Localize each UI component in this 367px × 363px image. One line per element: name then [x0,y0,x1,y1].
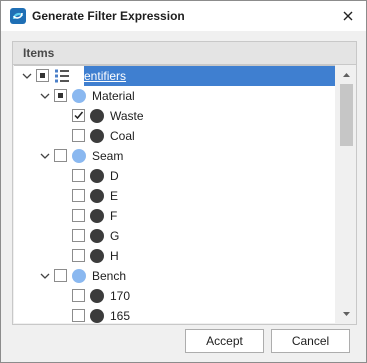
value-circle-icon [90,169,104,183]
cancel-button[interactable]: Cancel [271,329,350,353]
scroll-thumb[interactable] [340,84,353,146]
tree-item-label: Bench [92,269,127,283]
tree-item-label: H [110,249,119,263]
tree-row[interactable]: G [14,226,335,246]
chevron-down-icon[interactable] [38,268,52,284]
category-circle-icon [72,269,86,283]
title-bar[interactable]: Generate Filter Expression [1,1,366,32]
scroll-up-button[interactable] [338,66,355,83]
scroll-down-button[interactable] [338,305,355,322]
tree-row[interactable]: 165 [14,306,335,323]
value-circle-icon [90,189,104,203]
tree-row[interactable]: Seam [14,146,335,166]
value-circle-icon [90,209,104,223]
tree-row[interactable]: Identifiers [14,66,335,86]
tree-item-label: Identifiers [74,69,127,83]
item-checkbox[interactable] [72,229,85,242]
group-header: Items [13,42,356,65]
tree-item-label: Waste [110,109,144,123]
item-checkbox[interactable] [72,209,85,222]
dialog-window: Generate Filter Expression Items Identif… [0,0,367,363]
tree-item-label: G [110,229,120,243]
list-icon [55,69,69,83]
tree-row[interactable]: Coal [14,126,335,146]
value-circle-icon [90,309,104,323]
app-logo-icon [10,8,26,24]
item-checkbox[interactable] [36,69,49,82]
item-checkbox[interactable] [72,309,85,322]
tree-row[interactable]: H [14,246,335,266]
arrow-down-icon [343,311,350,316]
value-circle-icon [90,129,104,143]
category-circle-icon [72,89,86,103]
checkmark-icon [74,111,84,120]
tree-row[interactable]: E [14,186,335,206]
item-checkbox[interactable] [72,249,85,262]
tree-item-label: Coal [110,129,135,143]
vertical-scrollbar[interactable] [338,66,355,322]
tree-row[interactable]: 170 [14,286,335,306]
window-title: Generate Filter Expression [32,9,185,23]
value-circle-icon [90,249,104,263]
tree-row[interactable]: D [14,166,335,186]
tree-item-label: 165 [110,309,131,323]
accept-button[interactable]: Accept [185,329,264,353]
tree-row[interactable]: Bench [14,266,335,286]
chevron-down-icon[interactable] [38,88,52,104]
close-icon [343,11,353,21]
tree-row[interactable]: Material [14,86,335,106]
tree-item-label: E [110,189,119,203]
tree-item-label: D [110,169,119,183]
item-checkbox[interactable] [72,169,85,182]
category-circle-icon [72,149,86,163]
tree-item-label: F [110,209,118,223]
item-checkbox[interactable] [54,269,67,282]
item-checkbox[interactable] [72,189,85,202]
arrow-up-icon [343,72,350,77]
tree-item-label: Material [92,89,135,103]
tree-item-label: 170 [110,289,131,303]
tree-row[interactable]: F [14,206,335,226]
item-checkbox[interactable] [72,289,85,302]
tree-row[interactable]: Waste [14,106,335,126]
item-checkbox[interactable] [72,129,85,142]
group-title: Items [23,46,55,60]
chevron-down-icon[interactable] [38,148,52,164]
chevron-down-icon[interactable] [20,68,34,84]
items-group: Items Identifiers Material Waste Coal Seam D E… [12,41,357,325]
value-circle-icon [90,109,104,123]
item-checkbox[interactable] [72,109,85,122]
items-tree[interactable]: Identifiers Material Waste Coal Seam D E F G H Ben… [14,65,335,323]
value-circle-icon [90,229,104,243]
value-circle-icon [90,289,104,303]
item-checkbox[interactable] [54,149,67,162]
tree-item-label: Seam [92,149,124,163]
close-button[interactable] [336,4,360,28]
item-checkbox[interactable] [54,89,67,102]
